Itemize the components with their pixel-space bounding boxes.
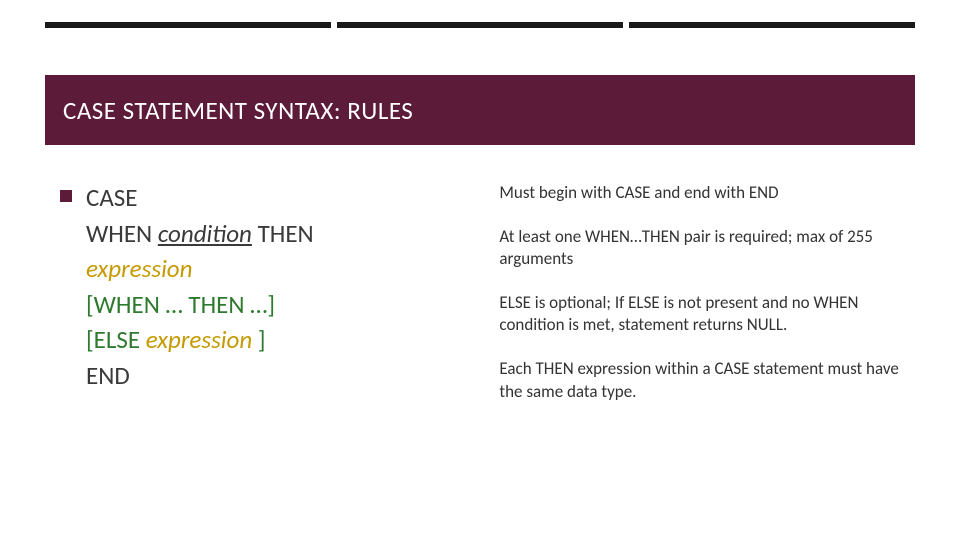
- rule-segment: [629, 22, 915, 28]
- syntax-line-case: CASE: [86, 180, 314, 216]
- top-rule: [45, 22, 915, 28]
- else-expression-placeholder: expression: [146, 324, 253, 355]
- rule-text: Each THEN expression within a CASE state…: [499, 358, 905, 402]
- case-syntax-block: CASE WHEN condition THEN expression [WHE…: [86, 180, 314, 393]
- expression-placeholder: expression: [86, 253, 193, 284]
- syntax-line-else: [ELSE expression ]: [86, 322, 314, 358]
- bullet-item: CASE WHEN condition THEN expression [WHE…: [60, 180, 479, 393]
- syntax-line-optional-when: [WHEN … THEN …]: [86, 287, 314, 323]
- left-column: CASE WHEN condition THEN expression [WHE…: [60, 180, 499, 510]
- condition-placeholder: condition: [158, 218, 252, 249]
- then-keyword: THEN: [252, 218, 314, 249]
- bullet-icon: [60, 190, 72, 202]
- right-column: Must begin with CASE and end with END At…: [499, 180, 905, 510]
- rule-segment: [45, 22, 331, 28]
- slide: CASE STATEMENT SYNTAX: RULES CASE WHEN c…: [0, 0, 960, 540]
- when-keyword: WHEN: [86, 218, 158, 249]
- slide-title: CASE STATEMENT SYNTAX: RULES: [63, 95, 413, 126]
- title-band: CASE STATEMENT SYNTAX: RULES: [45, 75, 915, 145]
- rule-text: Must begin with CASE and end with END: [499, 182, 905, 204]
- rule-text: ELSE is optional; If ELSE is not present…: [499, 292, 905, 336]
- rule-text: At least one WHEN…THEN pair is required;…: [499, 226, 905, 270]
- slide-body: CASE WHEN condition THEN expression [WHE…: [60, 180, 905, 510]
- else-close: ]: [252, 324, 265, 355]
- syntax-line-when: WHEN condition THEN: [86, 216, 314, 252]
- rule-segment: [337, 22, 623, 28]
- syntax-line-expression: expression: [86, 251, 314, 287]
- syntax-line-end: END: [86, 358, 314, 394]
- else-open: [ELSE: [86, 324, 146, 355]
